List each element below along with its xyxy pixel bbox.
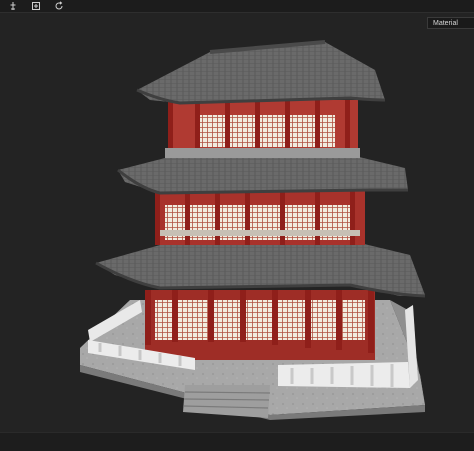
pagoda-model[interactable] <box>0 12 474 432</box>
bottom-status-bar <box>0 432 474 451</box>
top-roof <box>137 42 385 103</box>
pin-button[interactable] <box>6 0 20 11</box>
reset-view-icon <box>55 0 63 9</box>
3d-viewport[interactable] <box>0 12 474 432</box>
pin-icon <box>10 1 16 10</box>
top-balcony-floor <box>165 148 360 158</box>
ground-floor-lattice <box>155 300 365 340</box>
middle-roof <box>118 156 408 193</box>
top-floor-lattice <box>195 115 335 147</box>
lower-roof <box>96 243 425 296</box>
import-button[interactable] <box>29 0 43 11</box>
middle-railing <box>160 230 360 236</box>
import-icon <box>32 1 40 10</box>
front-stairs <box>183 385 271 418</box>
reset-view-button[interactable] <box>52 0 66 11</box>
